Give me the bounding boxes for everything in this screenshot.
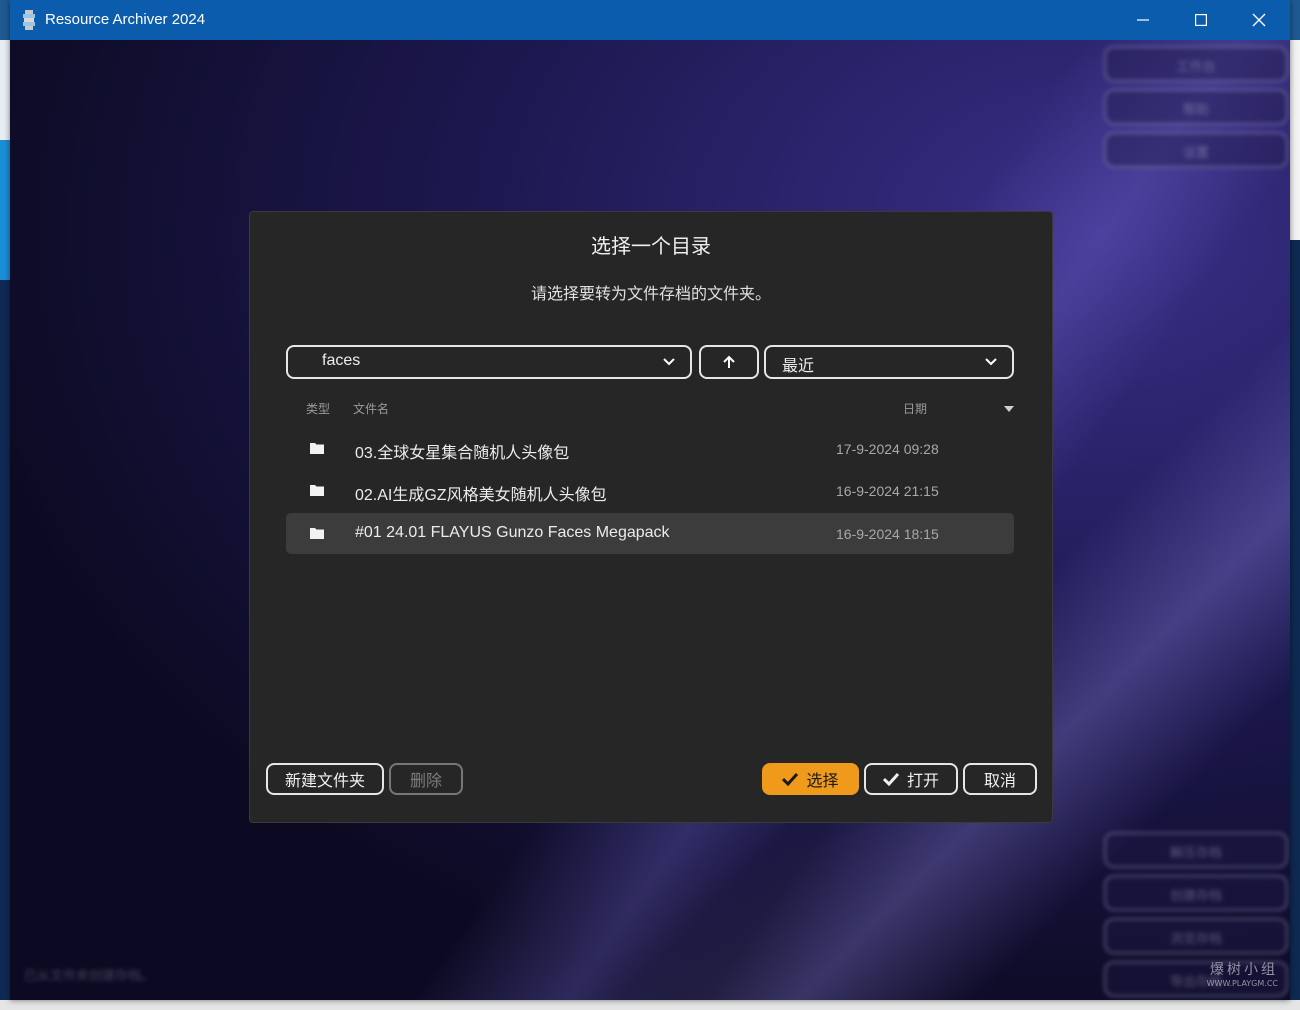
cancel-button[interactable]: 取消	[963, 763, 1037, 795]
open-button[interactable]: 打开	[864, 763, 958, 795]
desktop-bottom-strip	[0, 1000, 1300, 1010]
bg-browse-label: 浏览存档	[1169, 931, 1222, 946]
desktop-right-strip	[1290, 40, 1300, 1010]
bg-workbench-label: 工作台	[1176, 59, 1216, 74]
delete-button[interactable]: 删除	[389, 763, 463, 795]
app-background: 工作台 帮助 设置 解压存档 创建存档 浏览存档 导出存档 已从文件夹创建存档。…	[10, 40, 1290, 1000]
bg-settings-button[interactable]: 设置	[1104, 132, 1288, 168]
maximize-icon	[1195, 14, 1207, 26]
bg-extract-button[interactable]: 解压存档	[1104, 832, 1288, 868]
file-row[interactable]: 02.AI生成GZ风格美女随机人头像包 16-9-2024 21:15	[286, 470, 1014, 511]
chevron-down-icon	[985, 358, 997, 366]
column-header-date[interactable]: 日期	[903, 400, 927, 417]
select-directory-dialog: 选择一个目录 请选择要转为文件存档的文件夹。 faces 最近 类型 文件名 日…	[249, 211, 1053, 823]
delete-label: 删除	[409, 773, 442, 790]
file-name: #01 24.01 FLAYUS Gunzo Faces Megapack	[355, 524, 670, 541]
watermark: 爆树小组 WWW.PLAYGM.CC	[1207, 959, 1278, 988]
dialog-subtitle: 请选择要转为文件存档的文件夹。	[530, 286, 771, 303]
bg-status-text: 已从文件夹创建存档。	[24, 968, 155, 983]
folder-icon	[310, 485, 324, 496]
window-title: Resource Archiver 2024	[45, 11, 206, 28]
column-header-type[interactable]: 类型	[306, 400, 330, 417]
path-dropdown[interactable]: faces	[286, 345, 692, 379]
sort-desc-icon[interactable]	[1004, 406, 1014, 412]
app-icon	[23, 10, 35, 30]
minimize-button[interactable]	[1114, 0, 1172, 40]
close-icon	[1252, 13, 1266, 27]
file-name: 03.全球女星集合随机人头像包	[355, 445, 570, 462]
app-window: Resource Archiver 2024 工作台 帮助 设置 解压存档 创建…	[10, 0, 1290, 1000]
bg-create-label: 创建存档	[1169, 888, 1222, 903]
sort-dropdown[interactable]: 最近	[764, 345, 1014, 379]
new-folder-label: 新建文件夹	[284, 773, 365, 790]
new-folder-button[interactable]: 新建文件夹	[266, 763, 384, 795]
open-label: 打开	[906, 773, 939, 790]
folder-icon	[310, 443, 324, 454]
checkmark-icon	[782, 772, 799, 786]
folder-icon	[310, 528, 324, 539]
chevron-down-icon	[663, 358, 675, 366]
file-date: 16-9-2024 21:15	[836, 483, 939, 499]
parent-folder-button[interactable]	[699, 345, 759, 379]
file-date: 17-9-2024 09:28	[836, 441, 939, 457]
watermark-url: WWW.PLAYGM.CC	[1206, 979, 1278, 988]
minimize-icon	[1137, 19, 1149, 21]
sort-dropdown-value: 最近	[782, 358, 815, 375]
title-bar[interactable]: Resource Archiver 2024	[10, 0, 1290, 40]
close-button[interactable]	[1230, 0, 1288, 40]
bg-extract-label: 解压存档	[1169, 845, 1222, 860]
select-label: 选择	[806, 773, 839, 790]
file-date: 16-9-2024 18:15	[836, 526, 939, 542]
cancel-label: 取消	[983, 773, 1016, 790]
bg-create-button[interactable]: 创建存档	[1104, 875, 1288, 911]
maximize-button[interactable]	[1172, 0, 1230, 40]
desktop-left-strip	[0, 40, 10, 1010]
watermark-text: 爆树小组	[1210, 962, 1278, 978]
file-row[interactable]: 03.全球女星集合随机人头像包 17-9-2024 09:28	[286, 428, 1014, 469]
up-arrow-icon	[723, 355, 735, 368]
checkmark-icon	[882, 772, 899, 786]
select-button[interactable]: 选择	[762, 763, 859, 795]
column-header-name[interactable]: 文件名	[353, 400, 389, 417]
path-dropdown-value: faces	[322, 352, 361, 369]
bg-help-label: 帮助	[1182, 102, 1209, 117]
file-name: 02.AI生成GZ风格美女随机人头像包	[355, 487, 607, 504]
bg-settings-label: 设置	[1182, 145, 1209, 160]
dialog-title: 选择一个目录	[591, 236, 711, 258]
bg-workbench-button[interactable]: 工作台	[1104, 46, 1288, 82]
bg-help-button[interactable]: 帮助	[1104, 89, 1288, 125]
file-row-selected[interactable]: #01 24.01 FLAYUS Gunzo Faces Megapack 16…	[286, 513, 1014, 554]
bg-browse-button[interactable]: 浏览存档	[1104, 918, 1288, 954]
